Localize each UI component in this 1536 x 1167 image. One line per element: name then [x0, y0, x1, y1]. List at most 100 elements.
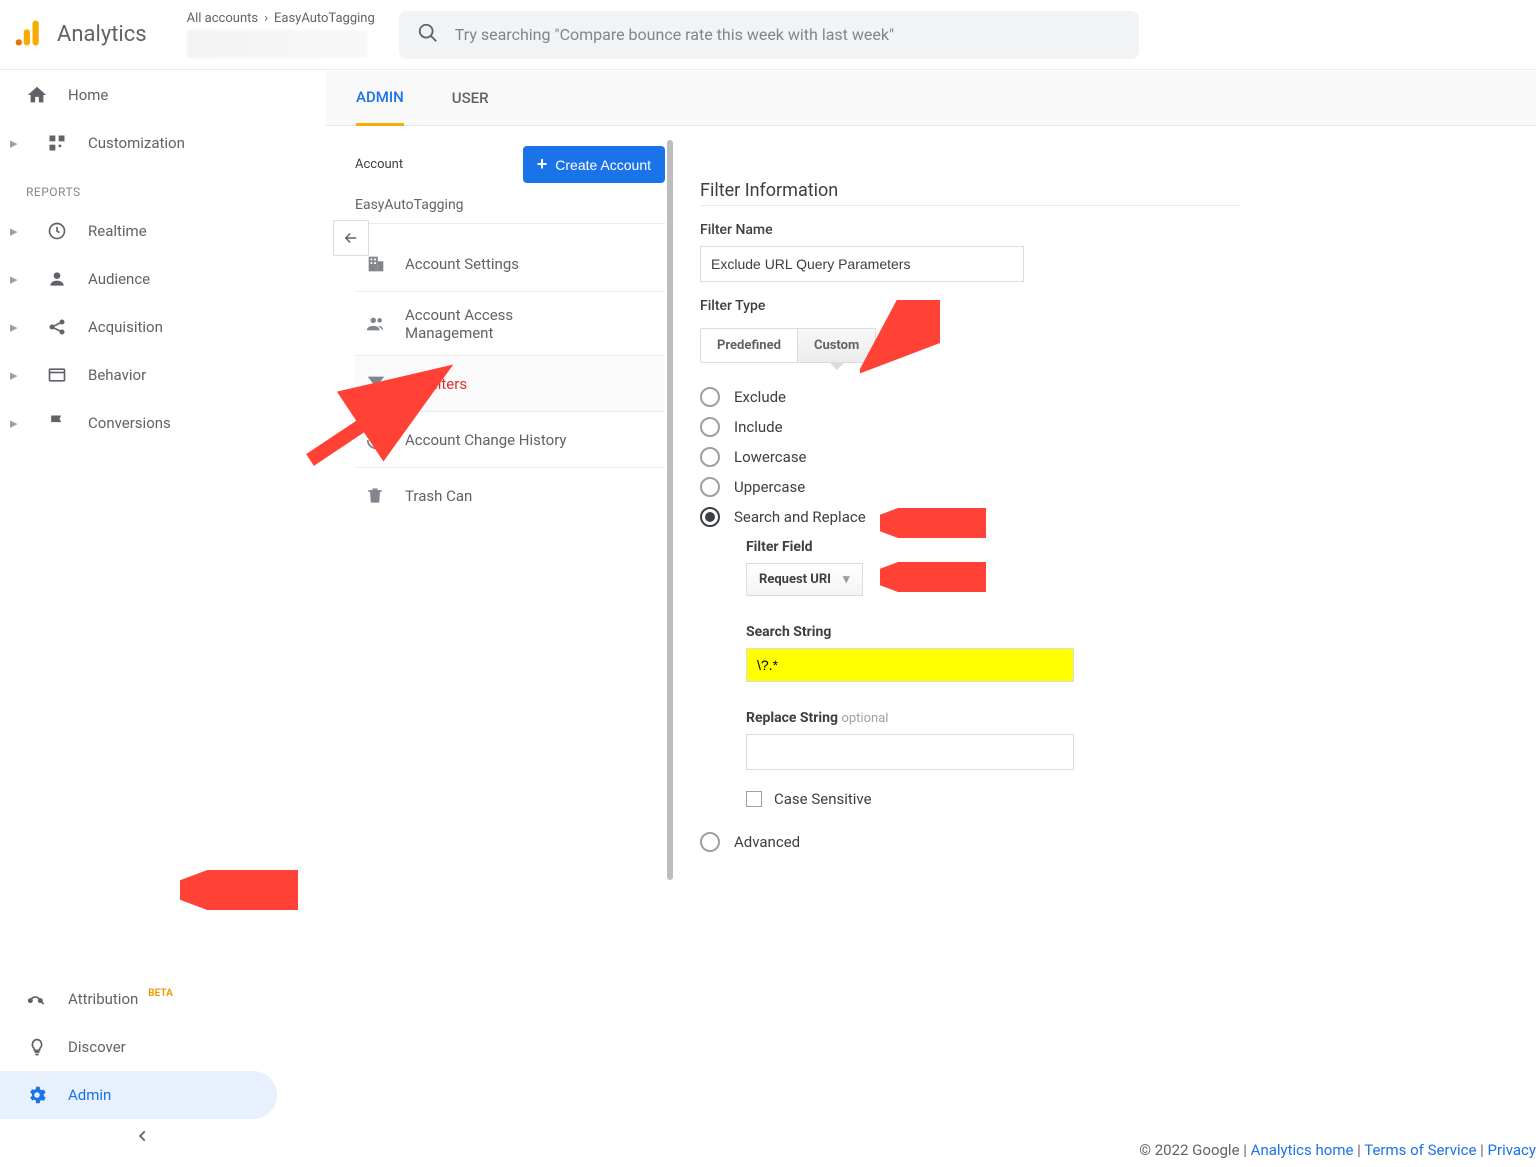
- create-account-label: Create Account: [555, 157, 651, 173]
- tab-admin[interactable]: ADMIN: [356, 71, 404, 126]
- caret-right-icon: ▸: [10, 222, 20, 240]
- search-input[interactable]: Try searching "Compare bounce rate this …: [399, 11, 1139, 59]
- radio-include[interactable]: Include: [700, 417, 1240, 437]
- tab-user[interactable]: USER: [452, 71, 489, 126]
- trash-can-item[interactable]: Trash Can: [355, 468, 665, 524]
- share-icon: [46, 316, 68, 338]
- bulb-icon: [26, 1036, 48, 1058]
- all-filters-item[interactable]: All Filters: [355, 356, 665, 412]
- web-icon: [46, 364, 68, 386]
- filter-name-input[interactable]: [700, 246, 1024, 282]
- trash-icon: [365, 485, 387, 507]
- dashboard-icon: [46, 132, 68, 154]
- scrollbar[interactable]: [667, 140, 673, 880]
- sidebar-admin[interactable]: Admin: [0, 1071, 277, 1119]
- people-icon: [365, 313, 387, 335]
- search-icon: [417, 22, 439, 48]
- account-access-label: Account Access Management: [405, 306, 585, 342]
- radio-exclude-label: Exclude: [734, 388, 786, 406]
- sidebar-behavior-label: Behavior: [88, 366, 146, 384]
- back-button[interactable]: [333, 220, 369, 256]
- radio-exclude[interactable]: Exclude: [700, 387, 1240, 407]
- predefined-toggle[interactable]: Predefined: [701, 329, 798, 362]
- radio-icon: [700, 387, 720, 407]
- sidebar-attribution[interactable]: Attribution BETA: [0, 975, 285, 1023]
- breadcrumb-property-redacted: [187, 30, 367, 58]
- sidebar-conversions[interactable]: ▸ Conversions: [0, 399, 285, 447]
- gear-icon: [26, 1084, 48, 1106]
- footer: © 2022 Google | Analytics home | Terms o…: [1139, 1141, 1536, 1159]
- radio-uppercase-label: Uppercase: [734, 478, 805, 496]
- home-icon: [26, 84, 48, 106]
- case-sensitive-label: Case Sensitive: [774, 790, 872, 808]
- radio-advanced[interactable]: Advanced: [700, 832, 1240, 852]
- beta-badge: BETA: [148, 988, 173, 999]
- radio-icon: [700, 447, 720, 467]
- sidebar-audience[interactable]: ▸ Audience: [0, 255, 285, 303]
- app-header: Analytics All accounts › EasyAutoTagging…: [0, 0, 1536, 70]
- radio-icon: [700, 507, 720, 527]
- sidebar-realtime-label: Realtime: [88, 222, 147, 240]
- breadcrumb[interactable]: All accounts › EasyAutoTagging: [187, 11, 375, 58]
- search-string-input[interactable]: [746, 648, 1074, 682]
- filter-field-value: Request URI: [759, 572, 831, 587]
- filter-type-label: Filter Type: [700, 298, 1240, 314]
- caret-right-icon: ▸: [10, 134, 20, 152]
- custom-filter-radio-list: Exclude Include Lowercase Uppercase Sear…: [700, 387, 1240, 527]
- custom-toggle[interactable]: Custom: [798, 329, 875, 362]
- footer-privacy-link[interactable]: Privacy: [1488, 1141, 1536, 1159]
- sidebar-realtime[interactable]: ▸ Realtime: [0, 207, 285, 255]
- sidebar-reports-header: REPORTS: [0, 167, 285, 207]
- plus-icon: +: [537, 154, 548, 175]
- account-settings-item[interactable]: Account Settings: [355, 236, 665, 292]
- product-name: Analytics: [57, 22, 147, 47]
- caret-right-icon: ▸: [10, 318, 20, 336]
- radio-icon: [700, 832, 720, 852]
- filter-info-heading: Filter Information: [700, 180, 1240, 206]
- search-placeholder: Try searching "Compare bounce rate this …: [455, 25, 894, 44]
- footer-analytics-home-link[interactable]: Analytics home: [1251, 1141, 1354, 1159]
- search-replace-subform: Filter Field Request URI ▾ Search String…: [746, 539, 1240, 770]
- account-access-item[interactable]: Account Access Management: [355, 292, 665, 356]
- flag-icon: [46, 412, 68, 434]
- trash-can-label: Trash Can: [405, 487, 472, 505]
- search-string-label: Search String: [746, 624, 1240, 640]
- radio-search-replace[interactable]: Search and Replace: [700, 507, 1240, 527]
- footer-terms-link[interactable]: Terms of Service: [1364, 1141, 1476, 1159]
- breadcrumb-account: EasyAutoTagging: [274, 11, 375, 26]
- radio-lowercase[interactable]: Lowercase: [700, 447, 1240, 467]
- case-sensitive-checkbox[interactable]: Case Sensitive: [746, 790, 1240, 808]
- sidebar-acquisition[interactable]: ▸ Acquisition: [0, 303, 285, 351]
- radio-advanced-label: Advanced: [734, 833, 800, 851]
- change-history-item[interactable]: Account Change History: [355, 412, 665, 468]
- person-icon: [46, 268, 68, 290]
- sidebar-discover[interactable]: Discover: [0, 1023, 285, 1071]
- filter-field-select[interactable]: Request URI ▾: [746, 563, 863, 596]
- caret-right-icon: ▸: [10, 366, 20, 384]
- breadcrumb-all: All accounts: [187, 11, 258, 26]
- arrow-left-icon: [342, 229, 360, 247]
- filter-form-panel: Filter Information Filter Name Filter Ty…: [700, 180, 1240, 852]
- sidebar-collapse-button[interactable]: [0, 1119, 285, 1147]
- analytics-logo-icon: [15, 18, 45, 52]
- sidebar-admin-label: Admin: [68, 1086, 111, 1104]
- radio-icon: [700, 417, 720, 437]
- sidebar-home[interactable]: Home: [0, 71, 285, 119]
- radio-include-label: Include: [734, 418, 783, 436]
- radio-uppercase[interactable]: Uppercase: [700, 477, 1240, 497]
- sidebar-audience-label: Audience: [88, 270, 150, 288]
- sidebar-customization-label: Customization: [88, 134, 185, 152]
- sidebar-home-label: Home: [68, 86, 108, 104]
- account-selector[interactable]: EasyAutoTagging: [355, 193, 665, 224]
- replace-string-input[interactable]: [746, 734, 1074, 770]
- account-column: Account + Create Account EasyAutoTagging…: [355, 136, 665, 524]
- create-account-button[interactable]: + Create Account: [523, 146, 665, 183]
- caret-right-icon: ▸: [10, 270, 20, 288]
- clock-icon: [46, 220, 68, 242]
- sidebar-customization[interactable]: ▸ Customization: [0, 119, 285, 167]
- main-tabs: ADMIN USER: [326, 71, 1536, 126]
- sidebar-behavior[interactable]: ▸ Behavior: [0, 351, 285, 399]
- building-icon: [365, 253, 387, 275]
- caret-right-icon: ▸: [10, 414, 20, 432]
- account-column-label: Account: [355, 157, 403, 172]
